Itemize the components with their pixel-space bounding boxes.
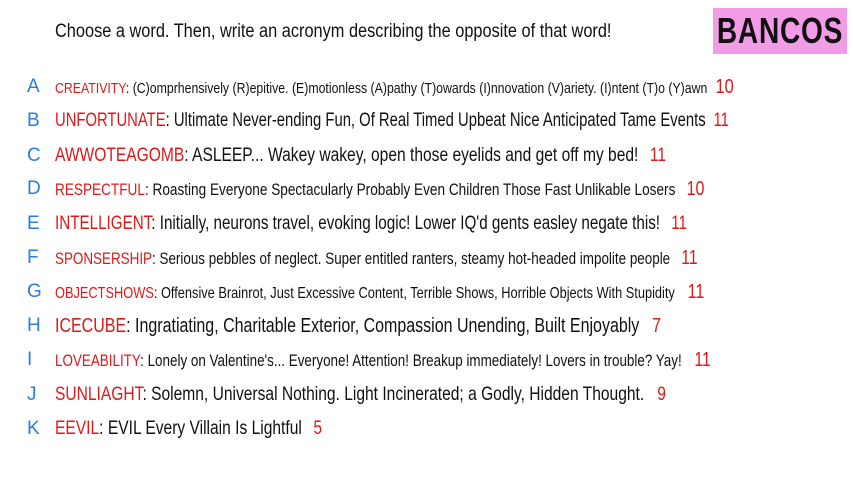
entry-score: 11: [694, 348, 711, 371]
entry-acronym: Ultimate Never-ending Fun, Of Real Timed…: [173, 110, 706, 131]
entry-acronym: EVIL Every Villain Is Lightful: [107, 418, 302, 439]
entry-letter: J: [27, 384, 37, 405]
entry-letter: A: [27, 76, 40, 97]
entry-letter: B: [27, 110, 40, 131]
logo-text: BANCOS: [716, 10, 844, 51]
entry-score: 9: [657, 384, 666, 405]
entry-score: 5: [313, 418, 322, 439]
entry-score: 11: [649, 145, 667, 166]
entry-letter: G: [27, 281, 42, 302]
entry-colon: :: [144, 179, 153, 199]
entry-score: 10: [715, 75, 734, 98]
entry-line: CREATIVITY: (C)omprhensively (R)epitive.…: [55, 76, 734, 99]
entry-score: 7: [652, 314, 661, 337]
entry-line: SUNLIAGHT: Solemn, Universal Nothing. Li…: [55, 384, 666, 406]
entry-line: ICECUBE: Ingratiating, Charitable Exteri…: [55, 315, 661, 338]
entry-line: INTELLIGENT: Initially, neurons travel, …: [55, 213, 687, 235]
entry-colon: :: [142, 384, 152, 405]
entry-letter: E: [27, 213, 40, 234]
entry-line: RESPECTFUL: Roasting Everyone Spectacula…: [55, 178, 704, 201]
entry-word: UNFORTUNATE: [55, 110, 166, 131]
entry-acronym: Roasting Everyone Spectacularly Probably…: [152, 179, 676, 199]
entry-acronym: Ingratiating, Charitable Exterior, Compa…: [135, 314, 640, 337]
entry-score: 11: [713, 110, 729, 131]
entry-letter: I: [27, 349, 33, 370]
entry-letter: K: [27, 418, 40, 439]
entry-line: SPONSERSHIP: Serious pebbles of neglect.…: [55, 247, 698, 270]
entry-word: OBJECTSHOWS: [55, 284, 154, 302]
instructions-heading: Choose a word. Then, write an acronym de…: [55, 21, 612, 42]
bancos-logo: BANCOS: [713, 8, 847, 54]
entry-line: EEVIL: EVIL Every Villain Is Lightful 5: [55, 418, 322, 440]
entry-line: OBJECTSHOWS: Offensive Brainrot, Just Ex…: [55, 281, 704, 304]
entry-acronym: Serious pebbles of neglect. Super entitl…: [159, 248, 671, 268]
entry-word: RESPECTFUL: [55, 179, 145, 199]
entry-score: 11: [671, 213, 688, 234]
entry-word: LOVEABILITY: [55, 350, 141, 370]
entry-letter: F: [27, 247, 39, 268]
entry-letter: C: [27, 145, 41, 166]
entry-word: INTELLIGENT: [55, 213, 152, 234]
entry-line: LOVEABILITY: Lonely on Valentine's... Ev…: [55, 349, 711, 372]
entry-colon: :: [126, 314, 136, 337]
entry-word: ICECUBE: [55, 314, 127, 337]
entry-colon: :: [184, 145, 193, 166]
entry-score: 10: [686, 177, 705, 200]
entry-word: EEVIL: [55, 418, 100, 439]
entry-word: CREATIVITY: [55, 79, 126, 97]
entry-colon: :: [125, 79, 133, 97]
entry-word: SUNLIAGHT: [55, 384, 143, 405]
entry-score: 11: [681, 246, 698, 269]
entry-letter: D: [27, 178, 41, 199]
entry-acronym: Offensive Brainrot, Just Excessive Conte…: [160, 284, 675, 302]
entry-line: AWWOTEAGOMB: ASLEEP... Wakey wakey, open…: [55, 145, 666, 167]
entry-letter: H: [27, 315, 41, 336]
entry-acronym: Solemn, Universal Nothing. Light Inciner…: [151, 384, 645, 405]
entry-acronym: Initially, neurons travel, evoking logic…: [159, 213, 661, 234]
entry-acronym: ASLEEP... Wakey wakey, open those eyelid…: [192, 145, 639, 166]
entry-acronym: Lonely on Valentine's... Everyone! Atten…: [147, 350, 682, 370]
entry-word: AWWOTEAGOMB: [55, 145, 185, 166]
entry-line: UNFORTUNATE: Ultimate Never-ending Fun, …: [55, 110, 729, 132]
entry-word: SPONSERSHIP: [55, 248, 153, 268]
entry-score: 11: [687, 280, 705, 303]
entry-colon: :: [151, 213, 160, 234]
entry-acronym: (C)omprhensively (R)epitive. (E)motionle…: [132, 79, 708, 97]
